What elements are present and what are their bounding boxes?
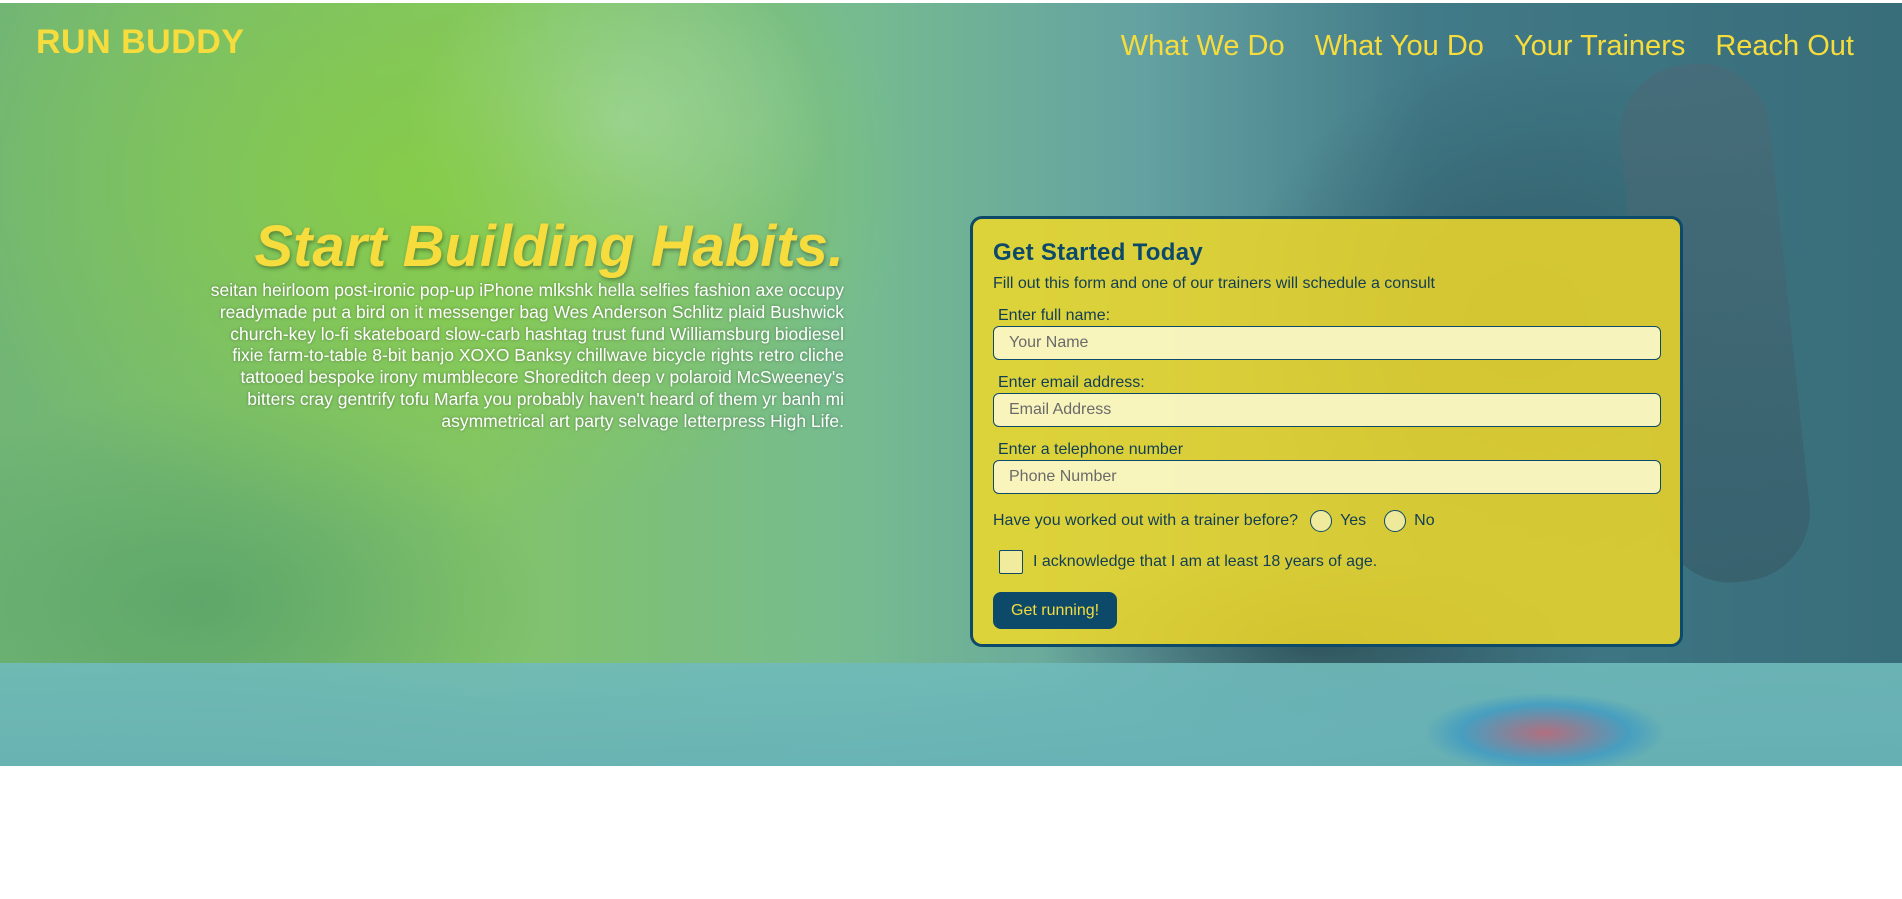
age-acknowledge-label: I acknowledge that I am at least 18 year…: [1033, 553, 1378, 570]
site-logo[interactable]: RUN BUDDY: [36, 23, 245, 62]
nav-link-what-you-do[interactable]: What You Do: [1315, 30, 1484, 63]
email-input[interactable]: [993, 393, 1661, 427]
name-label: Enter full name:: [998, 307, 1111, 324]
age-checkbox[interactable]: [999, 550, 1023, 574]
radio-no-label: No: [1414, 512, 1435, 529]
nav-link-your-trainers[interactable]: Your Trainers: [1514, 30, 1685, 63]
signup-form: Get Started Today Fill out this form and…: [970, 216, 1683, 647]
form-subtitle: Fill out this form and one of our traine…: [993, 275, 1435, 292]
radio-no[interactable]: [1384, 510, 1407, 532]
form-title: Get Started Today: [993, 239, 1204, 266]
hero-intro-text: seitan heirloom post-ironic pop-up iPhon…: [210, 280, 844, 431]
email-label: Enter email address:: [998, 374, 1145, 391]
phone-input[interactable]: [993, 460, 1661, 494]
nav-link-reach-out[interactable]: Reach Out: [1715, 30, 1854, 63]
radio-option-no[interactable]: No: [1372, 510, 1435, 532]
main-nav: What We Do What You Do Your Trainers Rea…: [1121, 30, 1854, 63]
trainer-question-row: Have you worked out with a trainer befor…: [993, 510, 1660, 532]
get-running-button[interactable]: Get running!: [993, 592, 1118, 629]
age-acknowledge-row[interactable]: I acknowledge that I am at least 18 year…: [993, 550, 1660, 574]
radio-yes[interactable]: [1310, 510, 1333, 532]
hero-headline: Start Building Habits.: [254, 214, 844, 279]
nav-link-what-we-do[interactable]: What We Do: [1121, 30, 1285, 63]
radio-option-yes[interactable]: Yes: [1298, 510, 1366, 532]
hero-banner: RUN BUDDY What We Do What You Do Your Tr…: [0, 3, 1902, 766]
radio-yes-label: Yes: [1340, 512, 1367, 529]
trainer-question: Have you worked out with a trainer befor…: [993, 512, 1299, 529]
name-input[interactable]: [993, 326, 1661, 360]
phone-label: Enter a telephone number: [998, 441, 1184, 458]
